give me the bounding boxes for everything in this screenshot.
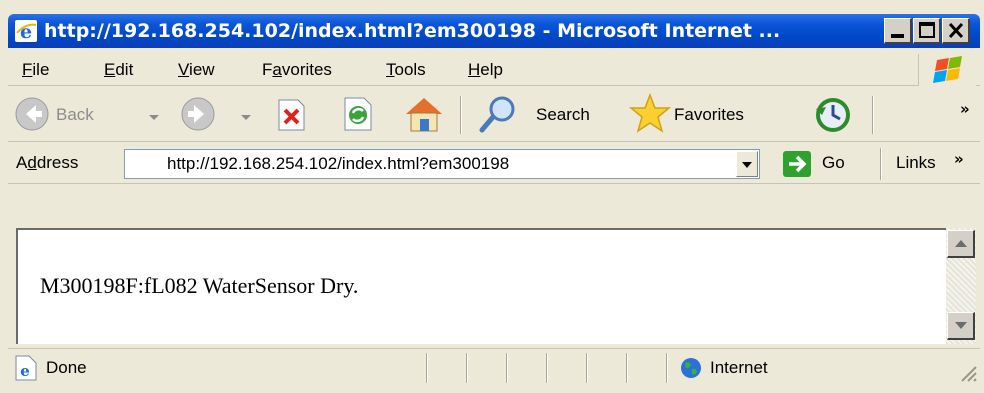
page-content: M300198F:fL082 WaterSensor Dry. xyxy=(16,228,946,344)
search-icon[interactable] xyxy=(478,94,518,138)
window-title: http://192.168.254.102/index.html?em3001… xyxy=(44,20,781,42)
home-icon[interactable] xyxy=(402,94,446,138)
windows-logo-icon xyxy=(918,54,976,86)
menu-file[interactable]: File xyxy=(22,59,49,81)
close-button[interactable] xyxy=(942,18,970,44)
chevron-down-icon xyxy=(955,322,967,329)
address-input[interactable]: http://192.168.254.102/index.html?em3001… xyxy=(124,149,760,179)
svg-text:e: e xyxy=(20,362,30,380)
status-pane-divider xyxy=(546,353,548,383)
status-pane-divider xyxy=(426,353,428,383)
back-dropdown-icon[interactable] xyxy=(148,108,160,127)
favorites-star-icon[interactable] xyxy=(628,92,672,140)
address-label: Address xyxy=(16,153,79,172)
page-text: M300198F:fL082 WaterSensor Dry. xyxy=(40,273,359,298)
forward-arrow-icon[interactable] xyxy=(180,96,216,136)
toolbar-overflow-chevron[interactable]: » xyxy=(960,100,970,118)
toolbar-separator xyxy=(460,96,462,134)
status-pane-divider xyxy=(506,353,508,383)
menu-help[interactable]: Help xyxy=(468,59,503,81)
favorites-button-label[interactable]: Favorites xyxy=(674,104,744,126)
status-pane-divider xyxy=(626,353,628,383)
status-text: Done xyxy=(46,358,87,377)
menu-favorites[interactable]: Favorites xyxy=(262,59,332,81)
menu-view[interactable]: View xyxy=(178,59,215,81)
address-separator xyxy=(880,148,882,180)
stop-icon[interactable] xyxy=(276,98,306,136)
security-zone-label: Internet xyxy=(710,358,768,377)
go-button-label[interactable]: Go xyxy=(822,152,845,174)
status-pane-divider xyxy=(666,353,668,383)
close-icon xyxy=(948,22,964,39)
maximize-button[interactable] xyxy=(913,18,941,44)
search-button-label[interactable]: Search xyxy=(536,104,590,126)
address-bar: Address http://192.168.254.102/index.htm… xyxy=(8,144,980,184)
go-arrow-icon[interactable] xyxy=(782,150,812,182)
menu-tools[interactable]: Tools xyxy=(386,59,426,81)
menu-bar: File Edit View Favorites Tools Help xyxy=(8,54,980,86)
title-bar[interactable]: e http://192.168.254.102/index.html?em30… xyxy=(8,14,980,48)
scroll-down-button[interactable] xyxy=(947,312,975,340)
chevron-down-icon xyxy=(742,162,752,168)
status-pane-divider xyxy=(586,353,588,383)
ie-logo-icon: e xyxy=(14,19,38,43)
links-button[interactable]: Links xyxy=(896,152,936,174)
links-overflow-chevron[interactable]: » xyxy=(954,150,964,168)
refresh-icon[interactable] xyxy=(342,96,374,136)
internet-globe-icon xyxy=(680,357,702,383)
address-url[interactable]: http://192.168.254.102/index.html?em3001… xyxy=(167,153,509,175)
scroll-up-button[interactable] xyxy=(947,230,975,258)
vertical-scrollbar[interactable] xyxy=(946,228,976,344)
menu-edit[interactable]: Edit xyxy=(104,59,133,81)
status-pane-divider xyxy=(466,353,468,383)
page-done-icon: e xyxy=(14,355,38,385)
history-icon[interactable] xyxy=(812,95,852,139)
back-arrow-icon[interactable] xyxy=(14,96,50,136)
maximize-icon xyxy=(919,22,935,38)
chevron-up-icon xyxy=(955,240,967,247)
status-bar: e Done Internet xyxy=(8,348,980,386)
resize-grip-icon[interactable] xyxy=(958,363,978,387)
standard-toolbar: Back Search Favorites » xyxy=(8,88,980,142)
forward-dropdown-icon[interactable] xyxy=(240,108,252,127)
back-button-label[interactable]: Back xyxy=(56,104,94,126)
address-dropdown-button[interactable] xyxy=(736,151,758,177)
browser-window: e http://192.168.254.102/index.html?em30… xyxy=(0,0,984,393)
minimize-icon xyxy=(891,34,904,38)
page-icon xyxy=(133,154,153,178)
toolbar-separator xyxy=(872,96,874,134)
minimize-button[interactable] xyxy=(884,18,912,44)
